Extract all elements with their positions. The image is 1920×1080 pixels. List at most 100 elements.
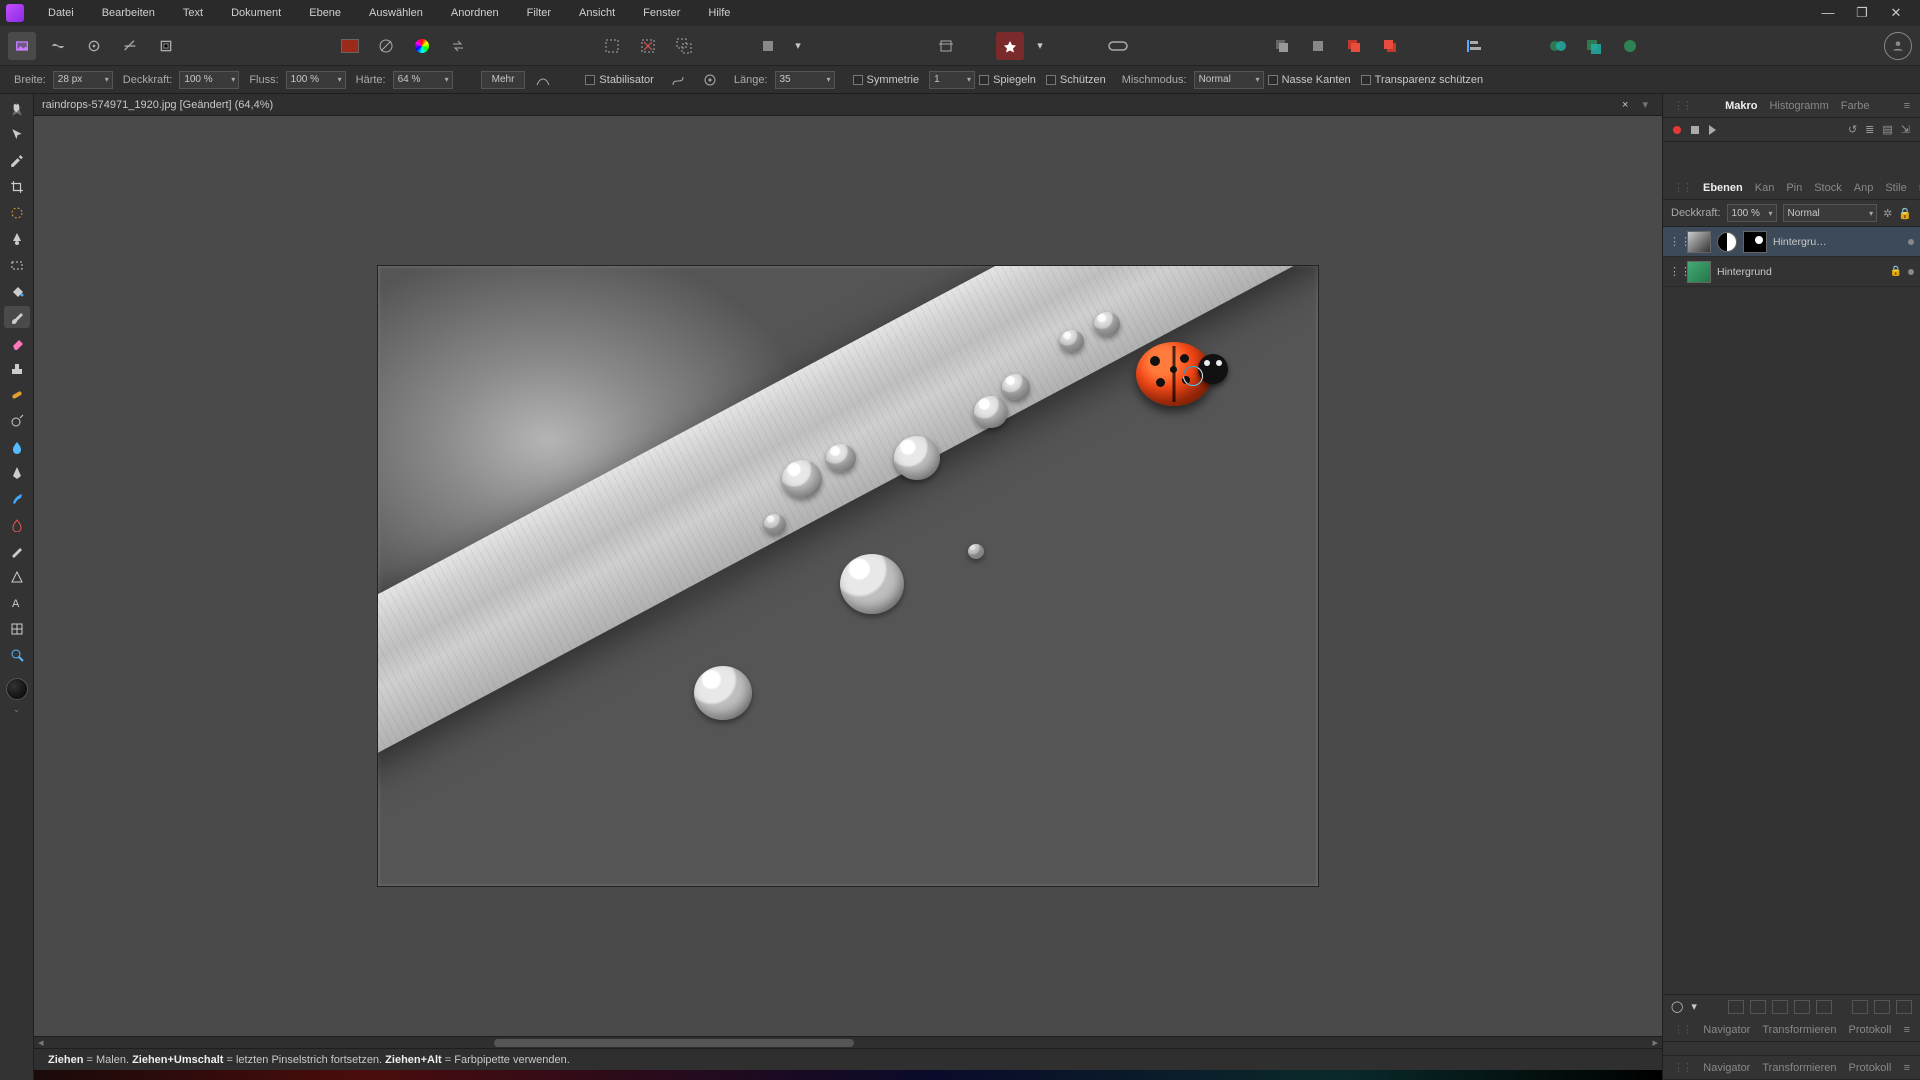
group-button[interactable]	[1852, 1000, 1868, 1014]
add-icon[interactable]	[1580, 32, 1608, 60]
shape-tool[interactable]	[4, 566, 30, 588]
layer-name[interactable]: Hintergrund	[1717, 266, 1884, 278]
layer-visibility-icon[interactable]: ⋮⋮	[1669, 265, 1681, 278]
color-wheel-icon[interactable]	[408, 32, 436, 60]
layer-row[interactable]: ⋮⋮ Hintergru…	[1663, 227, 1920, 257]
crop-toggle-icon[interactable]	[932, 32, 960, 60]
tab-navigator-2[interactable]: Navigator	[1703, 1062, 1750, 1074]
marquee-tool[interactable]	[4, 254, 30, 276]
dodge-tool[interactable]	[4, 410, 30, 432]
scroll-right-icon[interactable]: ▸	[1652, 1036, 1658, 1049]
tab-stile[interactable]: Stile	[1885, 182, 1906, 194]
tab-transform-2[interactable]: Transformieren	[1762, 1062, 1836, 1074]
quickmask-dropdown-icon[interactable]: ▾	[790, 32, 806, 60]
tab-ebenen[interactable]: Ebenen	[1703, 182, 1743, 194]
link-icon[interactable]	[1104, 32, 1132, 60]
layer-name[interactable]: Hintergru…	[1773, 236, 1902, 248]
swap-colors-icon[interactable]	[444, 32, 472, 60]
arrange-forward-icon[interactable]	[1340, 32, 1368, 60]
menu-anordnen[interactable]: Anordnen	[437, 1, 513, 25]
layer-row[interactable]: ⋮⋮ Hintergrund 🔒	[1663, 257, 1920, 287]
panel-menu-icon[interactable]: ≡	[1904, 100, 1910, 112]
canvas-viewport[interactable]	[34, 116, 1662, 1036]
menu-dokument[interactable]: Dokument	[217, 1, 295, 25]
menu-ansicht[interactable]: Ansicht	[565, 1, 629, 25]
layer-lock-icon[interactable]: 🔒	[1898, 207, 1912, 220]
foreground-color-swatch[interactable]	[336, 32, 364, 60]
arrange-backward-icon[interactable]	[1304, 32, 1332, 60]
width-input[interactable]: 28 px	[53, 71, 113, 89]
opacity-input[interactable]: 100 %	[179, 71, 239, 89]
rope-mode-icon[interactable]	[664, 66, 692, 94]
autocorrect-icon[interactable]	[996, 32, 1024, 60]
macro-list-icon[interactable]: ≣	[1865, 123, 1874, 136]
menu-filter[interactable]: Filter	[513, 1, 565, 25]
tab-farbe[interactable]: Farbe	[1841, 100, 1870, 112]
tab-history-2[interactable]: Protokoll	[1849, 1062, 1892, 1074]
more-button[interactable]: Mehr	[481, 71, 526, 89]
export-persona-button[interactable]	[152, 32, 180, 60]
pen-tool[interactable]	[4, 462, 30, 484]
autocorrect-dropdown-icon[interactable]: ▾	[1032, 32, 1048, 60]
stabilizer-checkbox[interactable]: Stabilisator	[585, 74, 653, 86]
delete-button[interactable]	[1816, 1000, 1832, 1014]
blur-tool[interactable]	[4, 436, 30, 458]
layer-thumbnail[interactable]	[1687, 261, 1711, 283]
align-icon[interactable]	[1460, 32, 1488, 60]
layer-fx-icon[interactable]: ✲	[1883, 207, 1892, 220]
fx-button[interactable]	[1728, 1000, 1744, 1014]
arrange-front-icon[interactable]	[1376, 32, 1404, 60]
healing-tool[interactable]	[4, 384, 30, 406]
add-layer-button[interactable]	[1874, 1000, 1890, 1014]
window-mode-icon[interactable]	[696, 66, 724, 94]
intersect-icon[interactable]	[1616, 32, 1644, 60]
menu-text[interactable]: Text	[169, 1, 217, 25]
menu-auswaehlen[interactable]: Auswählen	[355, 1, 437, 25]
tab-stock[interactable]: Stock	[1814, 182, 1842, 194]
live-filter-button[interactable]	[1772, 1000, 1788, 1014]
colorpicker-tool[interactable]	[4, 150, 30, 172]
account-icon[interactable]	[1884, 32, 1912, 60]
selection-add-icon[interactable]	[670, 32, 698, 60]
move-tool[interactable]	[4, 124, 30, 146]
smudge-tool[interactable]	[4, 488, 30, 510]
tab-makro[interactable]: Makro	[1725, 100, 1757, 112]
group-icon[interactable]	[1544, 32, 1572, 60]
mesh-tool[interactable]	[4, 618, 30, 640]
window-maximize-icon[interactable]: ❐	[1850, 5, 1874, 21]
liquify-persona-button[interactable]	[44, 32, 72, 60]
length-input[interactable]: 35	[775, 71, 835, 89]
quickmask-icon[interactable]	[754, 32, 782, 60]
clone-tool[interactable]	[4, 358, 30, 380]
lock-icon[interactable]: 🔒	[1890, 266, 1902, 277]
document-tab-title[interactable]: raindrops-574971_1920.jpg [Geändert] (64…	[42, 99, 273, 111]
develop-persona-button[interactable]	[80, 32, 108, 60]
window-minimize-icon[interactable]: —	[1816, 5, 1840, 21]
erase-tool[interactable]	[4, 332, 30, 354]
flow-input[interactable]: 100 %	[286, 71, 346, 89]
text-tool[interactable]: A	[4, 592, 30, 614]
record-icon[interactable]	[1673, 126, 1681, 134]
symmetry-checkbox[interactable]: Symmetrie	[853, 74, 920, 86]
selection-brush-tool[interactable]	[4, 202, 30, 224]
retouch-tool[interactable]	[4, 540, 30, 562]
photo-persona-button[interactable]	[8, 32, 36, 60]
trash-button[interactable]	[1896, 1000, 1912, 1014]
layer-blend-select[interactable]: Normal	[1783, 204, 1878, 222]
selection-subtract-icon[interactable]	[634, 32, 662, 60]
arrange-back-icon[interactable]	[1268, 32, 1296, 60]
menu-datei[interactable]: Datei	[34, 1, 88, 25]
mask-dropdown-icon[interactable]: ▾	[1691, 1000, 1697, 1013]
flood-select-tool[interactable]	[4, 228, 30, 250]
menu-fenster[interactable]: Fenster	[629, 1, 694, 25]
horizontal-scrollbar[interactable]: ◂ ▸	[34, 1036, 1662, 1048]
tab-anp[interactable]: Anp	[1854, 182, 1874, 194]
tab-kan[interactable]: Kan	[1755, 182, 1775, 194]
sponge-tool[interactable]	[4, 514, 30, 536]
macro-export-icon[interactable]: ⇲	[1901, 123, 1910, 136]
protect-alpha-checkbox[interactable]: Transparenz schützen	[1361, 74, 1483, 86]
selection-new-icon[interactable]	[598, 32, 626, 60]
symmetry-input[interactable]: 1	[929, 71, 975, 89]
hardness-input[interactable]: 64 %	[393, 71, 453, 89]
layer-thumbnail[interactable]	[1687, 231, 1711, 253]
